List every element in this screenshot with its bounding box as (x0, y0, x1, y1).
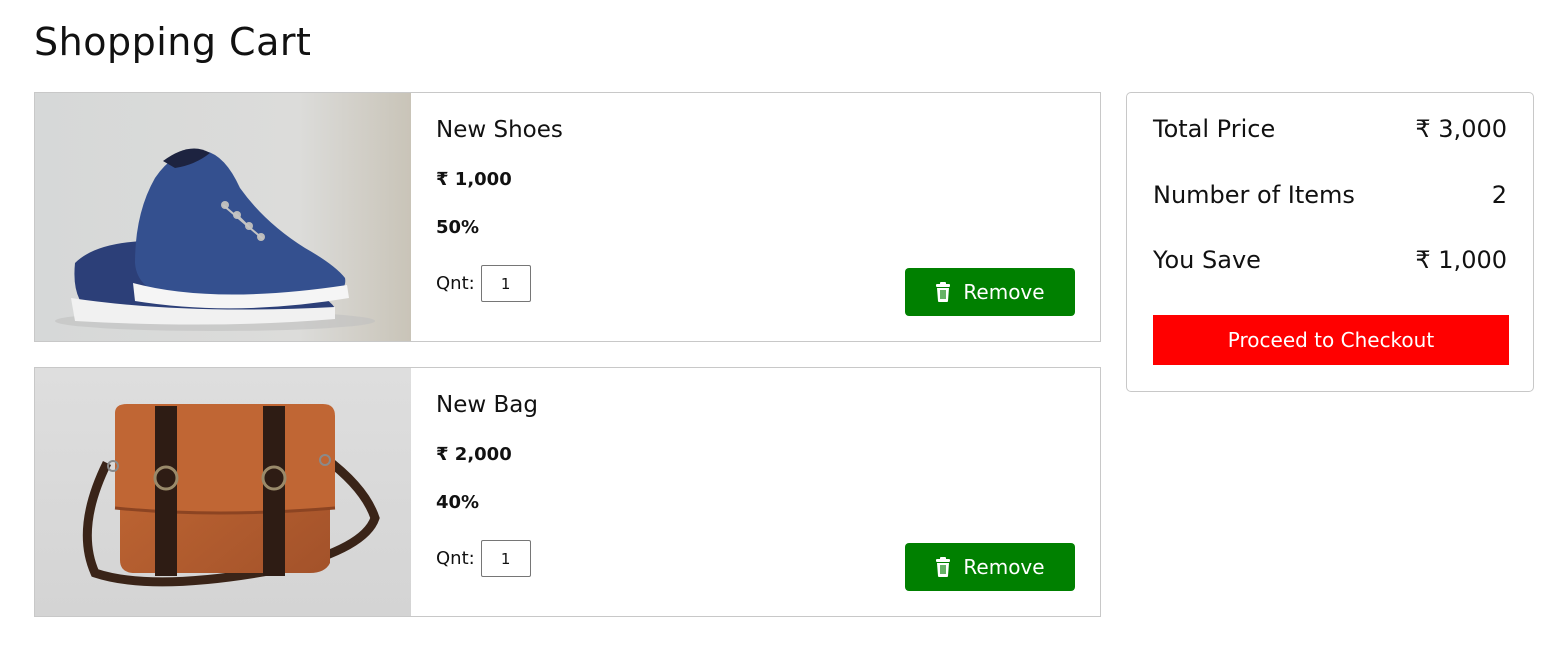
remove-button-label: Remove (963, 555, 1045, 579)
remove-button[interactable]: Remove (905, 268, 1075, 316)
quantity-row: Qnt: (436, 540, 531, 577)
summary-label: Number of Items (1153, 181, 1355, 209)
cart-item: New Bag ₹ 2,000 40% Qnt: Remove (34, 367, 1101, 617)
summary-label: Total Price (1153, 115, 1276, 143)
item-price: ₹ 2,000 (436, 444, 512, 465)
summary-value: ₹ 1,000 (1415, 246, 1507, 274)
checkout-button[interactable]: Proceed to Checkout (1153, 315, 1509, 365)
product-image-shoes (35, 93, 411, 341)
item-discount: 50% (436, 217, 480, 238)
summary-value: 2 (1491, 181, 1507, 209)
cart-item: New Shoes ₹ 1,000 50% Qnt: Remove (34, 92, 1101, 342)
item-price: ₹ 1,000 (436, 169, 512, 190)
quantity-label: Qnt: (436, 548, 475, 569)
trash-icon (935, 557, 951, 577)
remove-button[interactable]: Remove (905, 543, 1075, 591)
summary-row-number-of-items: Number of Items 2 (1153, 181, 1507, 209)
summary-value: ₹ 3,000 (1415, 115, 1507, 143)
order-summary: Total Price ₹ 3,000 Number of Items 2 Yo… (1126, 92, 1534, 392)
quantity-input[interactable] (480, 540, 531, 577)
trash-icon (935, 282, 951, 302)
item-name: New Shoes (436, 117, 563, 143)
item-name: New Bag (436, 392, 538, 418)
quantity-input[interactable] (480, 265, 531, 302)
quantity-label: Qnt: (436, 273, 475, 294)
quantity-row: Qnt: (436, 265, 531, 302)
page-title: Shopping Cart (34, 20, 312, 64)
summary-row-you-save: You Save ₹ 1,000 (1153, 246, 1507, 274)
product-image-bag (35, 368, 411, 616)
item-discount: 40% (436, 492, 480, 513)
remove-button-label: Remove (963, 280, 1045, 304)
summary-row-total-price: Total Price ₹ 3,000 (1153, 115, 1507, 143)
summary-label: You Save (1153, 246, 1261, 274)
